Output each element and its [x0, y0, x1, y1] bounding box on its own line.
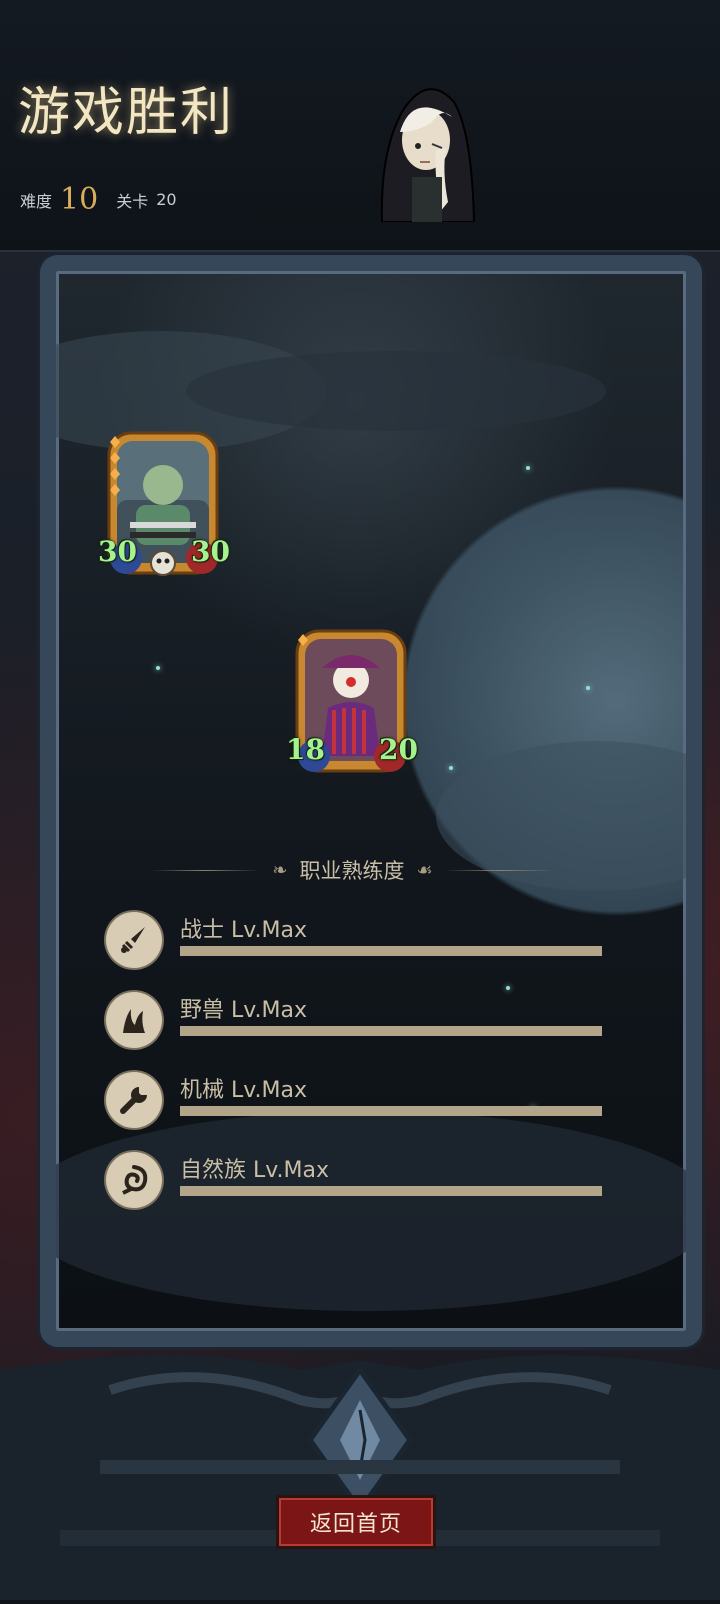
mastery-progress-bar	[180, 1026, 602, 1036]
level-info: 难度 10 关卡 20	[20, 182, 177, 217]
mastery-progress-bar	[180, 1106, 602, 1116]
bottom-ornament	[0, 1330, 720, 1600]
mastery-label: 战士 Lv.Max	[180, 918, 308, 943]
sword-icon	[106, 912, 162, 968]
stage-label: 关卡	[116, 191, 149, 211]
mastery-progress-bar	[180, 946, 602, 956]
divider	[150, 869, 261, 871]
mastery-progress-fill	[180, 1026, 602, 1036]
mastery-progress-fill	[180, 946, 602, 956]
wrench-icon	[106, 1072, 162, 1128]
minion-card-clown[interactable]: 18 20	[286, 628, 418, 778]
mastery-progress-fill	[180, 1106, 602, 1116]
difficulty-label: 难度	[20, 191, 53, 211]
mastery-item-nature: 自然族 Lv.Max	[106, 1152, 606, 1212]
return-home-button[interactable]: 返回首页	[276, 1495, 436, 1549]
star	[156, 666, 160, 670]
card-attack: 30	[98, 535, 137, 568]
minion-card-thug[interactable]: 30 30	[98, 430, 230, 580]
header: 游戏胜利 难度 10 关卡 20	[0, 0, 720, 252]
mastery-item-beast: 野兽 Lv.Max	[106, 992, 606, 1052]
mastery-item-warrior: 战士 Lv.Max	[106, 912, 606, 972]
mastery-section-title: ❧ 职业熟练度 ☙	[150, 852, 556, 888]
card-health: 30	[191, 535, 230, 568]
mastery-progress-bar	[180, 1186, 602, 1196]
hero-portrait	[372, 62, 482, 226]
star	[586, 686, 590, 690]
mastery-label: 野兽 Lv.Max	[180, 998, 308, 1023]
card-attack: 18	[286, 733, 325, 766]
swirl-icon	[106, 1152, 162, 1208]
mastery-item-mech: 机械 Lv.Max	[106, 1072, 606, 1132]
star	[506, 986, 510, 990]
star	[449, 766, 453, 770]
divider	[444, 869, 556, 871]
difficulty-value: 10	[60, 182, 99, 217]
mastery-progress-fill	[180, 1186, 602, 1196]
claw-icon	[106, 992, 162, 1048]
page-title: 游戏胜利	[18, 83, 235, 143]
mastery-label: 机械 Lv.Max	[180, 1078, 308, 1103]
mastery-label: 自然族 Lv.Max	[180, 1158, 330, 1183]
cloud	[186, 351, 606, 431]
card-health: 20	[379, 733, 418, 766]
stage-value: 20	[156, 190, 177, 209]
mastery-title: 职业熟练度	[299, 859, 405, 883]
star	[526, 466, 530, 470]
ornament-right-icon: ☙	[416, 859, 433, 881]
ornament-left-icon: ❧	[272, 859, 288, 881]
